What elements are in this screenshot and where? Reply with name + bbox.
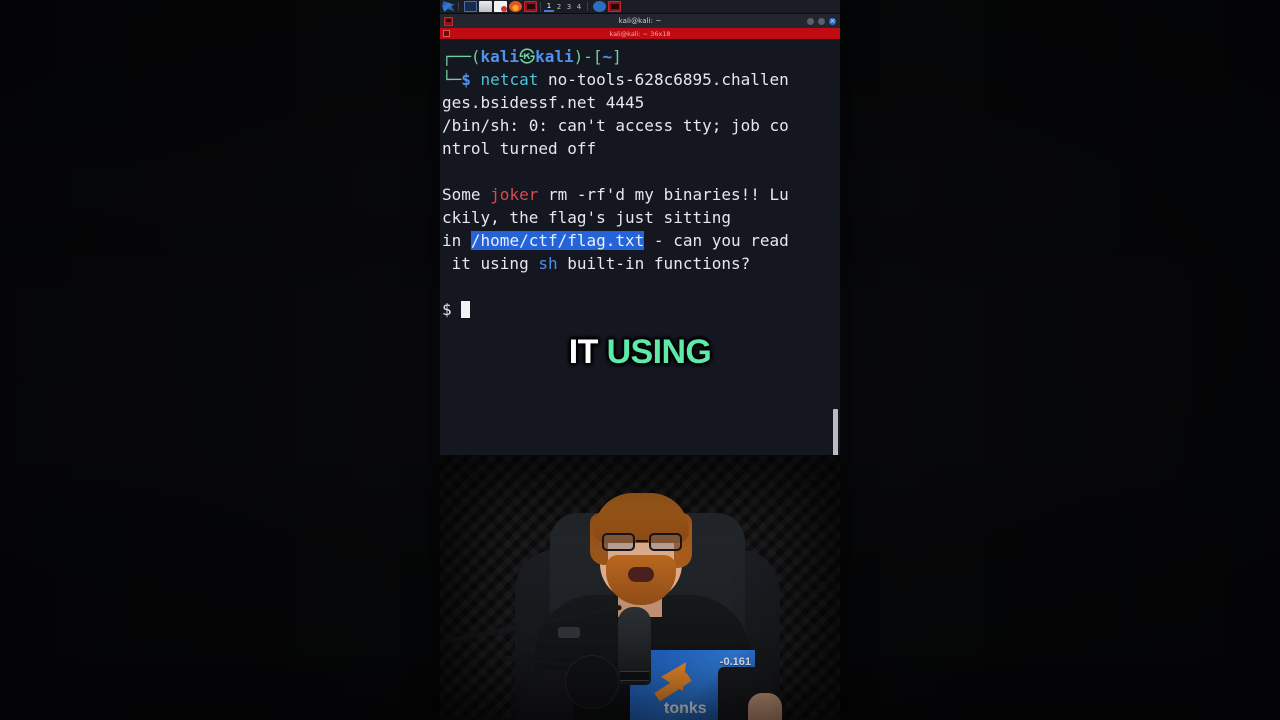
screenshot-root: it using sh nctions? $ IT G: [0, 0, 1280, 720]
panel-separator: [458, 2, 459, 11]
webcam-vignette: [440, 455, 840, 720]
terminal-scrollbar[interactable]: [833, 39, 839, 455]
video-frame: 1 2 3 4 kali@kali: ~ × kali@kali: ~ 36x1…: [440, 0, 840, 720]
sh-warning-line-1: /bin/sh: 0: can't access tty; job co: [442, 116, 789, 135]
caption-word-green: USING: [606, 333, 712, 371]
window-titlebar[interactable]: kali@kali: ~: [440, 14, 840, 28]
taskbar-terminal-icon[interactable]: [608, 1, 621, 12]
window-controls: [807, 17, 836, 25]
selected-flag-path[interactable]: /home/ctf/flag.txt: [470, 231, 645, 250]
panel-separator-3: [587, 2, 588, 11]
caption-overlay: IT USING: [440, 335, 840, 369]
firefox-icon[interactable]: [509, 1, 522, 12]
panel-separator-2: [540, 2, 541, 11]
prompt-line-1: ┌──(kali㉿kali)-[~]: [442, 47, 622, 66]
workspace-button-2[interactable]: 2: [554, 1, 564, 12]
terminal-tab-bar[interactable]: kali@kali: ~ 36x18: [440, 28, 840, 39]
workspace-button-3[interactable]: 3: [564, 1, 574, 12]
close-button[interactable]: [829, 17, 836, 25]
terminal-launcher-icon[interactable]: [464, 1, 477, 12]
sh-warning-line-2: ntrol turned off: [442, 139, 597, 158]
scrollbar-thumb[interactable]: [833, 409, 838, 455]
workspace-button-1[interactable]: 1: [544, 1, 554, 12]
challenge-message-line-1: Some joker rm -rf'd my binaries!! Lu: [442, 185, 789, 204]
challenge-message-line-3: in /home/ctf/flag.txt - can you read: [442, 231, 789, 250]
kali-menu-icon[interactable]: [442, 1, 455, 12]
command-wrap-line: ges.bsidessf.net 4445: [442, 93, 645, 112]
maximize-button[interactable]: [818, 17, 825, 25]
terminal-output[interactable]: ┌──(kali㉿kali)-[~] └─$ netcat no-tools-6…: [440, 39, 840, 455]
xfce-panel: 1 2 3 4: [440, 0, 840, 14]
file-manager-icon[interactable]: [479, 1, 492, 12]
shell-prompt-line[interactable]: $: [442, 298, 838, 321]
tab-title: kali@kali: ~ 36x18: [609, 29, 671, 38]
kali-desktop: 1 2 3 4 kali@kali: ~ × kali@kali: ~ 36x1…: [440, 0, 840, 455]
window-title: kali@kali: ~: [618, 17, 662, 25]
prompt-line-2: └─$ netcat no-tools-628c6895.challen: [442, 70, 789, 89]
cursor-block: [461, 301, 471, 318]
workspace-button-4[interactable]: 4: [574, 1, 584, 12]
terminal-window-icon[interactable]: [524, 1, 537, 12]
webcam-feed: -0.161 1.4563 1.0287 tonks: [440, 455, 840, 720]
challenge-message-line-4: it using sh built-in functions?: [442, 254, 751, 273]
terminal-window: kali@kali: ~ kali@kali: ~ 36x18 ┌──(kali…: [440, 14, 840, 455]
network-icon[interactable]: [593, 1, 606, 12]
minimize-button[interactable]: [807, 17, 814, 25]
caption-word-white: IT: [568, 333, 599, 371]
challenge-message-line-2: ckily, the flag's just sitting: [442, 208, 731, 227]
text-editor-icon[interactable]: [494, 1, 507, 12]
